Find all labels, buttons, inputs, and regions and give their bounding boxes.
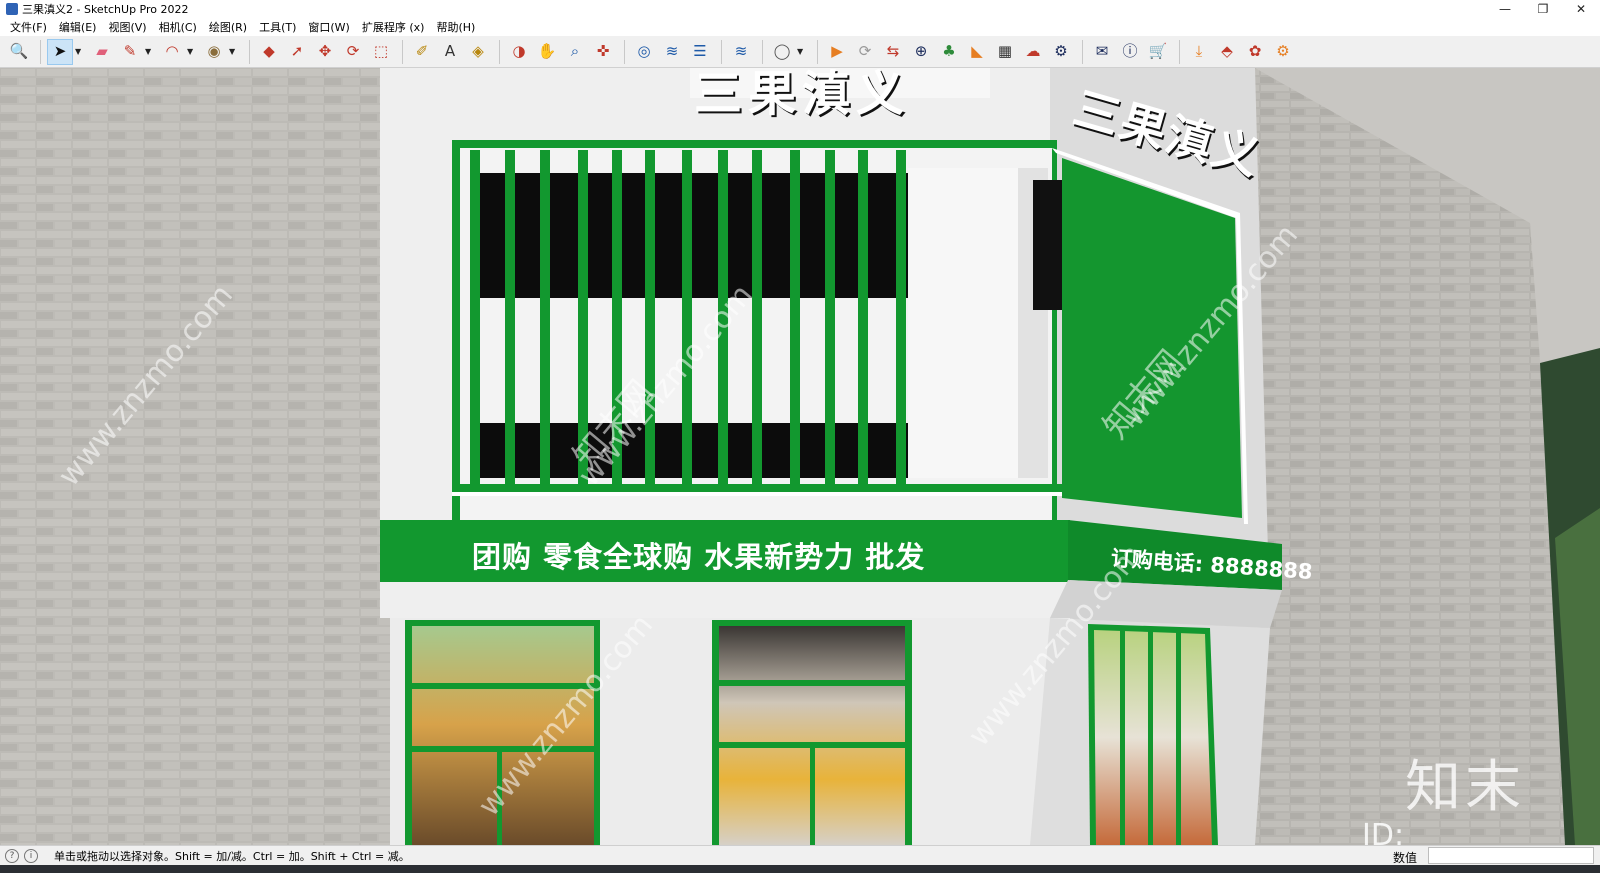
gear-icon[interactable]: ⚙ — [1270, 39, 1296, 65]
zoom-tool-icon[interactable]: ⌕ — [562, 39, 588, 65]
scene-render — [0, 68, 1600, 845]
components-icon[interactable]: ≋ — [728, 39, 754, 65]
window-bar — [718, 150, 728, 484]
toolbar-separator — [1082, 39, 1083, 64]
window-bar — [858, 150, 868, 484]
window-bar — [470, 150, 480, 484]
menu-tools[interactable]: 工具(T) — [253, 19, 302, 35]
chevron-down-icon[interactable]: ▼ — [145, 47, 155, 56]
follow-me-icon[interactable]: ➚ — [284, 39, 310, 65]
window-bar — [612, 150, 622, 484]
chevron-down-icon[interactable]: ▼ — [75, 47, 85, 56]
paint-bucket-icon[interactable]: ◈ — [465, 39, 491, 65]
window-bar — [790, 150, 800, 484]
window-bar — [896, 150, 906, 484]
window-bar — [540, 150, 550, 484]
toolbar-separator — [721, 39, 722, 64]
window-bar — [645, 150, 655, 484]
main-toolbar: 🔍 ➤ ▼ ▰ ✎ ▼ ◠ ▼ ◉ ▼ ◆ ➚ ✥ ⟳ ⬚ ✐ A ◈ ◑ ✋ ⌕ ✜ ◎ ≋ ☰ ≋ ◯ ▼ ▶ ⟳ ⇆ ⊕ ♣ ◣ ▦ ☁ ⚙ ✉ ⓘ 🛒… — [0, 36, 1600, 68]
arc-icon[interactable]: ◠ — [159, 39, 185, 65]
download-icon[interactable]: ⤓ — [1186, 39, 1212, 65]
add-icon[interactable]: ⊕ — [908, 39, 934, 65]
menu-help[interactable]: 帮助(H) — [430, 19, 481, 35]
rotate-icon[interactable]: ⟳ — [340, 39, 366, 65]
help-info-icon[interactable]: i — [24, 848, 38, 863]
left-brick-wall — [0, 68, 400, 845]
close-button[interactable]: ✕ — [1562, 0, 1600, 18]
pan-icon[interactable]: ✋ — [534, 39, 560, 65]
chevron-down-icon[interactable]: ▼ — [797, 47, 807, 56]
sketchup-logo-icon — [6, 3, 18, 15]
geo-location-icon[interactable]: ? — [5, 848, 19, 863]
toolbar-separator — [762, 39, 763, 64]
menu-view[interactable]: 视图(V) — [102, 19, 152, 35]
chevron-down-icon[interactable]: ▼ — [187, 47, 197, 56]
scale-icon[interactable]: ⬚ — [368, 39, 394, 65]
menu-bar: 文件(F) 编辑(E) 视图(V) 相机(C) 绘图(R) 工具(T) 窗口(W… — [0, 18, 1600, 36]
restore-button[interactable]: ❐ — [1524, 0, 1562, 18]
chevron-down-icon[interactable]: ▼ — [229, 47, 239, 56]
window-bar — [578, 150, 588, 484]
window-bar — [682, 150, 692, 484]
plugin-a-icon[interactable]: ▶ — [824, 39, 850, 65]
watermark-logo: 知末 — [1405, 755, 1525, 820]
shape-icon[interactable]: ◉ — [201, 39, 227, 65]
zoom-icon[interactable]: 🔍 — [6, 39, 32, 65]
toolbar-separator — [499, 39, 500, 64]
toolbar-separator — [817, 39, 818, 64]
menu-camera[interactable]: 相机(C) — [153, 19, 203, 35]
window-bar — [825, 150, 835, 484]
window-controls: — ❐ ✕ — [1486, 0, 1600, 18]
plugin-c-icon[interactable]: ◣ — [964, 39, 990, 65]
window-title: 三果滇义2 - SketchUp Pro 2022 — [22, 3, 189, 16]
settings-icon[interactable]: ⚙ — [1048, 39, 1074, 65]
menu-draw[interactable]: 绘图(R) — [203, 19, 253, 35]
layers-icon[interactable]: ☰ — [687, 39, 713, 65]
toolbar-separator — [249, 39, 250, 64]
account-icon[interactable]: ◯ — [769, 39, 795, 65]
warehouse-icon[interactable]: ◎ — [631, 39, 657, 65]
eraser-icon[interactable]: ▰ — [89, 39, 115, 65]
orbit-icon[interactable]: ◑ — [506, 39, 532, 65]
menu-file[interactable]: 文件(F) — [4, 19, 53, 35]
toolbar-separator — [40, 39, 41, 64]
corner-green-panel — [1062, 158, 1242, 518]
status-message: 单击或拖动以选择对象。Shift = 加/减。Ctrl = 加。Shift + … — [54, 849, 410, 863]
measurements-input[interactable] — [1428, 847, 1594, 864]
text-icon[interactable]: A — [437, 39, 463, 65]
taskbar-strip — [0, 865, 1600, 873]
mail-icon[interactable]: ✉ — [1089, 39, 1115, 65]
plugin-d-icon[interactable]: ⬘ — [1214, 39, 1240, 65]
toolbar-separator — [402, 39, 403, 64]
menu-edit[interactable]: 编辑(E) — [53, 19, 103, 35]
extension-icon[interactable]: ≋ — [659, 39, 685, 65]
cloud-icon[interactable]: ☁ — [1020, 39, 1046, 65]
push-pull-icon[interactable]: ◆ — [256, 39, 282, 65]
window-bar — [505, 150, 515, 484]
refresh-icon[interactable]: ⟳ — [852, 39, 878, 65]
tree-icon[interactable]: ♣ — [936, 39, 962, 65]
window-bar — [752, 150, 762, 484]
plugin-b-icon[interactable]: ⇆ — [880, 39, 906, 65]
model-viewport[interactable]: 三果滇义 三果滇义 团购 零食全球购 水果新势力 批发 订购电话: 888888… — [0, 68, 1600, 845]
move-icon[interactable]: ✥ — [312, 39, 338, 65]
minimize-button[interactable]: — — [1486, 0, 1524, 18]
tape-measure-icon[interactable]: ✐ — [409, 39, 435, 65]
zoom-extents-icon[interactable]: ✜ — [590, 39, 616, 65]
status-bar: ? i 单击或拖动以选择对象。Shift = 加/减。Ctrl = 加。Shif… — [0, 845, 1600, 865]
menu-window[interactable]: 窗口(W) — [302, 19, 355, 35]
pencil-icon[interactable]: ✎ — [117, 39, 143, 65]
toolbar-separator — [1179, 39, 1180, 64]
toolbar-separator — [624, 39, 625, 64]
banner-front — [380, 520, 1070, 582]
measurements-label: 数值 — [1393, 851, 1418, 865]
menu-extensions[interactable]: 扩展程序 (x) — [356, 19, 431, 35]
plugin-e-icon[interactable]: ✿ — [1242, 39, 1268, 65]
checker-icon[interactable]: ▦ — [992, 39, 1018, 65]
cart-icon[interactable]: 🛒 — [1145, 39, 1171, 65]
select-icon[interactable]: ➤ — [47, 38, 73, 65]
info-icon[interactable]: ⓘ — [1117, 39, 1143, 65]
title-bar: 三果滇义2 - SketchUp Pro 2022 — ❐ ✕ — [0, 0, 1600, 18]
